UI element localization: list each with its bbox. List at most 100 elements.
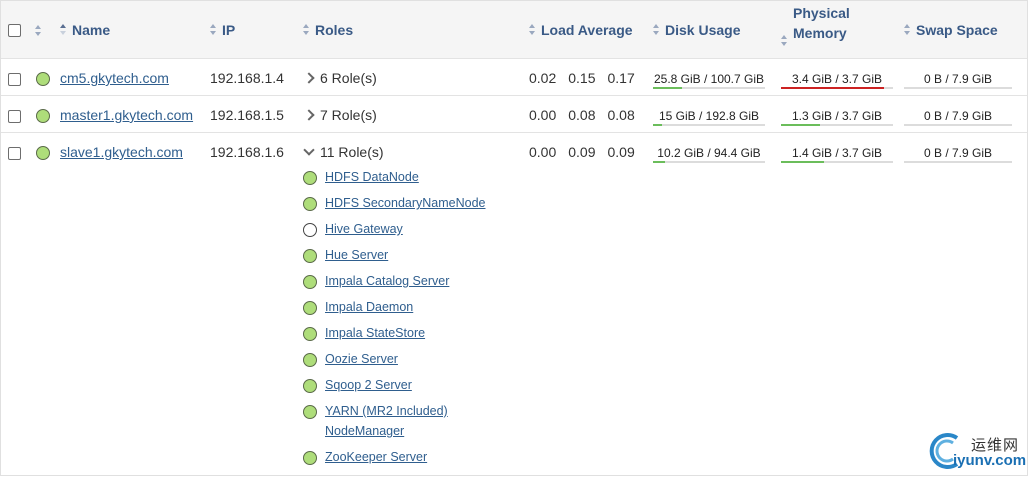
row-checkbox[interactable] [8, 147, 21, 160]
load-average: 0.00 0.09 0.09 [529, 133, 653, 477]
role-list: HDFS DataNode HDFS SecondaryNameNode Hive … [303, 170, 529, 476]
host-status-icon [36, 72, 50, 86]
sort-icon [904, 24, 911, 36]
role-link[interactable]: ZooKeeper Server [325, 447, 427, 467]
disk-usage-meter: 10.2 GiB / 94.4 GiB [653, 146, 765, 163]
disk-usage-text: 15 GiB / 192.8 GiB [658, 109, 760, 123]
chevron-down-icon [303, 144, 315, 156]
roles-toggle[interactable]: 6 Role(s) [303, 58, 529, 96]
host-name-link[interactable]: master1.gkytech.com [60, 107, 193, 123]
role-link[interactable]: Hue Server [325, 245, 388, 265]
memory-usage-meter: 1.4 GiB / 3.7 GiB [781, 146, 893, 163]
column-header-load-average[interactable]: Load Average [529, 1, 653, 59]
host-ip: 192.168.1.4 [210, 58, 303, 96]
host-name-link[interactable]: slave1.gkytech.com [60, 144, 183, 160]
role-status-icon [303, 379, 317, 393]
roles-summary: 6 Role(s) [320, 70, 377, 86]
hosts-table: Name IP Roles Load Average Disk Usage Ph… [1, 1, 1027, 477]
role-link[interactable]: Impala Daemon [325, 297, 413, 317]
disk-usage-meter: 15 GiB / 192.8 GiB [653, 109, 765, 126]
load-5min: 0.15 [568, 70, 596, 86]
sort-icon [303, 24, 310, 36]
load-15min: 0.17 [607, 70, 635, 86]
table-row: master1.gkytech.com 192.168.1.5 7 Role(s… [1, 95, 1027, 133]
chevron-right-icon [303, 72, 315, 84]
disk-usage-text: 25.8 GiB / 100.7 GiB [653, 72, 765, 86]
role-list-item: ZooKeeper Server [303, 450, 529, 476]
role-link[interactable]: Oozie Server [325, 349, 398, 369]
host-ip: 192.168.1.6 [210, 144, 284, 160]
meter-fill [653, 87, 682, 89]
select-all-checkbox[interactable] [8, 24, 21, 38]
role-status-icon [303, 301, 317, 315]
table-header-row: Name IP Roles Load Average Disk Usage Ph… [1, 1, 1027, 59]
load-15min: 0.09 [607, 144, 635, 160]
memory-header-line2: Memory [793, 24, 847, 41]
memory-usage-meter: 1.3 GiB / 3.7 GiB [781, 109, 893, 126]
role-link[interactable]: HDFS SecondaryNameNode [325, 193, 486, 213]
load-1min: 0.02 [529, 70, 557, 86]
column-header-physical-memory[interactable]: Physical Memory [781, 1, 904, 59]
role-status-icon [303, 327, 317, 341]
host-status-icon [36, 109, 50, 123]
role-link[interactable]: Hive Gateway [325, 219, 403, 239]
sort-icon [653, 24, 660, 36]
load-average: 0.00 0.08 0.08 [529, 95, 653, 133]
meter-fill [653, 124, 662, 126]
role-list-item: YARN (MR2 Included) NodeManager [303, 404, 529, 450]
role-status-icon [303, 405, 317, 419]
role-status-icon [303, 197, 317, 211]
role-status-icon [303, 249, 317, 263]
roles-toggle[interactable]: 11 Role(s) [303, 144, 529, 160]
load-5min: 0.09 [568, 144, 596, 160]
load-15min: 0.08 [607, 107, 635, 123]
sort-icon [529, 24, 536, 36]
sort-status-icon[interactable] [35, 24, 42, 37]
swap-usage-text: 0 B / 7.9 GiB [923, 146, 993, 160]
load-average: 0.02 0.15 0.17 [529, 58, 653, 96]
swap-usage-text: 0 B / 7.9 GiB [923, 72, 993, 86]
host-name-link[interactable]: cm5.gkytech.com [60, 70, 169, 86]
column-header-ip[interactable]: IP [210, 1, 303, 59]
meter-fill [653, 161, 666, 163]
meter-fill [781, 124, 821, 126]
role-link[interactable]: HDFS DataNode [325, 167, 419, 187]
hosts-table-container: Name IP Roles Load Average Disk Usage Ph… [0, 0, 1028, 476]
memory-header-line1: Physical [793, 4, 850, 21]
memory-usage-meter: 3.4 GiB / 3.7 GiB [781, 72, 893, 89]
role-link[interactable]: Impala StateStore [325, 323, 425, 343]
role-status-icon [303, 171, 317, 185]
disk-usage-text: 10.2 GiB / 94.4 GiB [657, 146, 761, 160]
swap-usage-meter: 0 B / 7.9 GiB [904, 72, 1012, 89]
role-status-icon [303, 223, 317, 237]
row-checkbox[interactable] [8, 73, 21, 86]
role-link[interactable]: Sqoop 2 Server [325, 375, 412, 395]
load-1min: 0.00 [529, 107, 557, 123]
roles-summary: 7 Role(s) [320, 107, 377, 123]
host-status-icon [36, 146, 50, 160]
roles-toggle[interactable]: 7 Role(s) [303, 95, 529, 133]
row-checkbox[interactable] [8, 110, 21, 123]
host-ip: 192.168.1.5 [210, 95, 303, 133]
column-header-roles[interactable]: Roles [303, 1, 529, 59]
chevron-right-icon [303, 109, 315, 121]
load-5min: 0.08 [568, 107, 596, 123]
memory-usage-text: 1.4 GiB / 3.7 GiB [791, 146, 883, 160]
disk-usage-meter: 25.8 GiB / 100.7 GiB [653, 72, 765, 89]
role-link[interactable]: YARN (MR2 Included) NodeManager [325, 401, 465, 441]
meter-fill [781, 161, 824, 163]
swap-usage-meter: 0 B / 7.9 GiB [904, 146, 1012, 163]
column-header-swap-space[interactable]: Swap Space [904, 1, 1027, 59]
sort-icon [210, 24, 217, 36]
column-header-name[interactable]: Name [60, 1, 210, 59]
sort-icon [781, 34, 788, 47]
column-header-disk-usage[interactable]: Disk Usage [653, 1, 781, 59]
role-status-icon [303, 353, 317, 367]
table-row: slave1.gkytech.com 192.168.1.6 11 Role(s… [1, 133, 1027, 477]
table-row: cm5.gkytech.com 192.168.1.4 6 Role(s) 0.… [1, 58, 1027, 96]
role-link[interactable]: Impala Catalog Server [325, 271, 449, 291]
roles-summary: 11 Role(s) [320, 144, 384, 160]
load-1min: 0.00 [529, 144, 557, 160]
meter-fill [781, 87, 885, 89]
swap-usage-text: 0 B / 7.9 GiB [923, 109, 993, 123]
